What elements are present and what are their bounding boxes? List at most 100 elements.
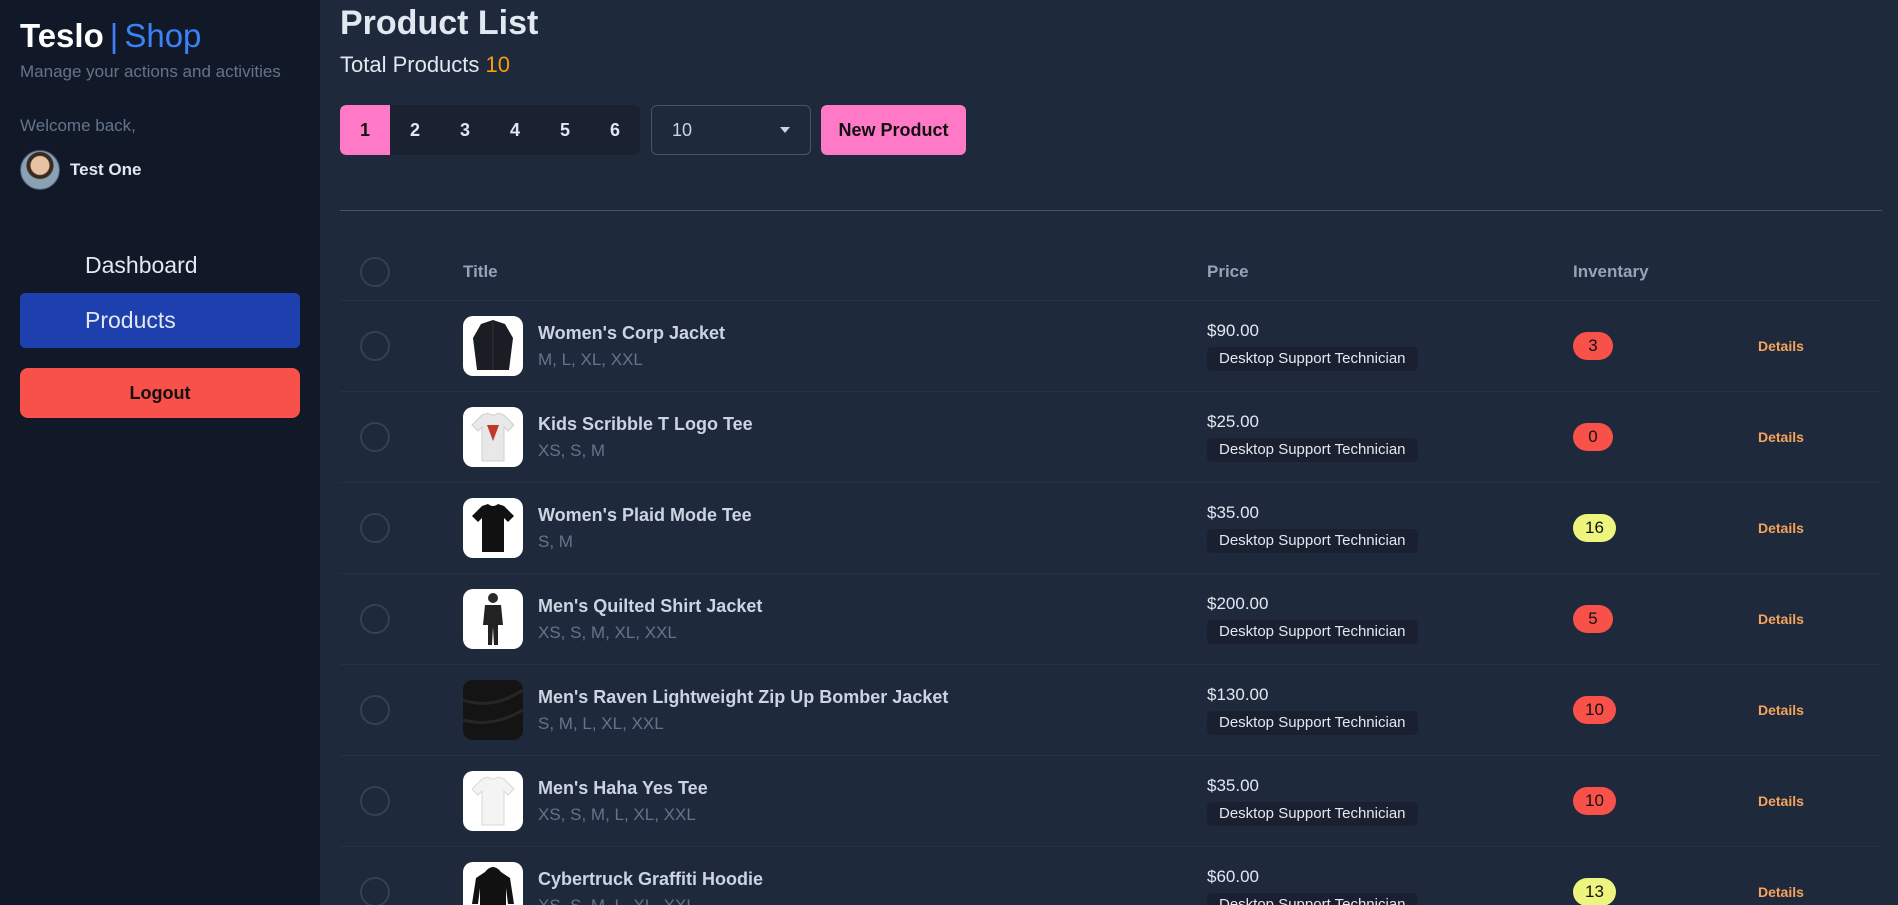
product-image[interactable]: [463, 498, 523, 558]
details-link[interactable]: Details: [1758, 611, 1804, 627]
sidebar-subtitle: Manage your actions and activities: [20, 62, 281, 81]
select-all-checkbox[interactable]: [360, 257, 390, 287]
details-link[interactable]: Details: [1758, 884, 1804, 900]
inventory-badge: 0: [1573, 423, 1613, 451]
tee-image: [472, 504, 514, 552]
product-image[interactable]: [463, 407, 523, 467]
total-products: Total Products 10: [340, 52, 510, 78]
page-button-6[interactable]: 6: [590, 105, 640, 155]
table-row: Kids Scribble T Logo Tee XS, S, M $25.00…: [340, 392, 1882, 483]
table-row: Cybertruck Graffiti Hoodie XS, S, M, L, …: [340, 847, 1882, 905]
products-table: Title Price Inventary Women's Corp Jacke…: [340, 245, 1882, 905]
product-price: $200.00: [1207, 594, 1269, 613]
user-profile[interactable]: Test One: [20, 150, 300, 190]
role-badge: Desktop Support Technician: [1207, 893, 1418, 905]
per-page-select[interactable]: 10: [651, 105, 811, 155]
logout-button[interactable]: Logout: [20, 368, 300, 418]
username: Test One: [70, 160, 142, 179]
row-checkbox[interactable]: [360, 604, 390, 634]
details-link[interactable]: Details: [1758, 793, 1804, 809]
page-button-3[interactable]: 3: [440, 105, 490, 155]
avatar: [20, 150, 60, 190]
row-checkbox[interactable]: [360, 877, 390, 905]
inventory-badge: 10: [1573, 787, 1616, 815]
product-title: Women's Plaid Mode Tee: [538, 505, 752, 525]
product-price: $35.00: [1207, 503, 1259, 522]
total-count: 10: [485, 52, 511, 77]
details-link[interactable]: Details: [1758, 429, 1804, 445]
brand-logo[interactable]: Teslo | Shop: [20, 18, 300, 54]
brand-separator: |: [109, 17, 119, 54]
product-sizes: S, M, L, XL, XXL: [538, 714, 664, 733]
main-content: Product List Total Products 10 1 2 3 4 5…: [340, 0, 1882, 905]
product-title: Men's Raven Lightweight Zip Up Bomber Ja…: [538, 687, 949, 707]
person-image: [483, 593, 503, 645]
product-image[interactable]: [463, 862, 523, 905]
brand-accent: Shop: [124, 17, 202, 54]
app: Teslo | Shop Manage your actions and activ…: [0, 0, 1898, 905]
sidebar-item-dashboard[interactable]: Dashboard: [20, 238, 300, 293]
product-title: Women's Corp Jacket: [538, 323, 726, 343]
product-image[interactable]: [463, 680, 523, 740]
product-sizes: XS, S, M: [538, 441, 606, 460]
row-checkbox[interactable]: [360, 513, 390, 543]
row-checkbox[interactable]: [360, 695, 390, 725]
inventory-badge: 16: [1573, 514, 1616, 542]
row-checkbox[interactable]: [360, 786, 390, 816]
tee-image: [471, 412, 515, 462]
role-badge: Desktop Support Technician: [1207, 711, 1418, 735]
product-title: Men's Haha Yes Tee: [538, 778, 708, 798]
page-button-2[interactable]: 2: [390, 105, 440, 155]
page-button-1[interactable]: 1: [340, 105, 390, 155]
details-link[interactable]: Details: [1758, 702, 1804, 718]
header-title: Title: [463, 262, 498, 281]
sidebar: Teslo | Shop Manage your actions and activ…: [0, 0, 320, 905]
row-checkbox[interactable]: [360, 422, 390, 452]
inventory-badge: 10: [1573, 696, 1616, 724]
hoodie-image: [472, 867, 514, 905]
table-row: Men's Quilted Shirt Jacket XS, S, M, XL,…: [340, 574, 1882, 665]
new-product-button[interactable]: New Product: [821, 105, 966, 155]
tee-image: [471, 776, 515, 826]
sidebar-item-products[interactable]: Products: [20, 293, 300, 348]
sidebar-nav: Dashboard Products: [20, 238, 300, 348]
divider: [340, 210, 1882, 211]
product-image[interactable]: [463, 316, 523, 376]
page-button-4[interactable]: 4: [490, 105, 540, 155]
per-page-value: 10: [672, 119, 693, 140]
welcome-text: Welcome back,: [20, 116, 136, 135]
table-row: Women's Plaid Mode Tee S, M $35.00 Deskt…: [340, 483, 1882, 574]
page-button-5[interactable]: 5: [540, 105, 590, 155]
table-header: Title Price Inventary: [340, 245, 1882, 301]
role-badge: Desktop Support Technician: [1207, 347, 1418, 371]
product-image[interactable]: [463, 771, 523, 831]
page-title: Product List: [340, 4, 539, 42]
fabric-image: [463, 680, 523, 740]
details-link[interactable]: Details: [1758, 338, 1804, 354]
pagination: 1 2 3 4 5 6: [340, 105, 640, 155]
product-price: $130.00: [1207, 685, 1269, 704]
table-row: Men's Haha Yes Tee XS, S, M, L, XL, XXL …: [340, 756, 1882, 847]
product-price: $35.00: [1207, 776, 1259, 795]
product-price: $90.00: [1207, 321, 1259, 340]
toolbar: 1 2 3 4 5 6 10 New Product: [340, 105, 966, 155]
role-badge: Desktop Support Technician: [1207, 438, 1418, 462]
product-price: $25.00: [1207, 412, 1259, 431]
brand-main: Teslo: [20, 17, 104, 54]
row-checkbox[interactable]: [360, 331, 390, 361]
product-image[interactable]: [463, 589, 523, 649]
role-badge: Desktop Support Technician: [1207, 529, 1418, 553]
inventory-badge: 5: [1573, 605, 1613, 633]
product-sizes: M, L, XL, XXL: [538, 350, 643, 369]
role-badge: Desktop Support Technician: [1207, 802, 1418, 826]
details-link[interactable]: Details: [1758, 520, 1804, 536]
table-row: Men's Raven Lightweight Zip Up Bomber Ja…: [340, 665, 1882, 756]
product-title: Kids Scribble T Logo Tee: [538, 414, 753, 434]
inventory-badge: 13: [1573, 878, 1616, 905]
product-price: $60.00: [1207, 867, 1259, 886]
product-title: Men's Quilted Shirt Jacket: [538, 596, 763, 616]
role-badge: Desktop Support Technician: [1207, 620, 1418, 644]
jacket-image: [473, 320, 513, 370]
inventory-badge: 3: [1573, 332, 1613, 360]
product-sizes: XS, S, M, XL, XXL: [538, 623, 677, 642]
